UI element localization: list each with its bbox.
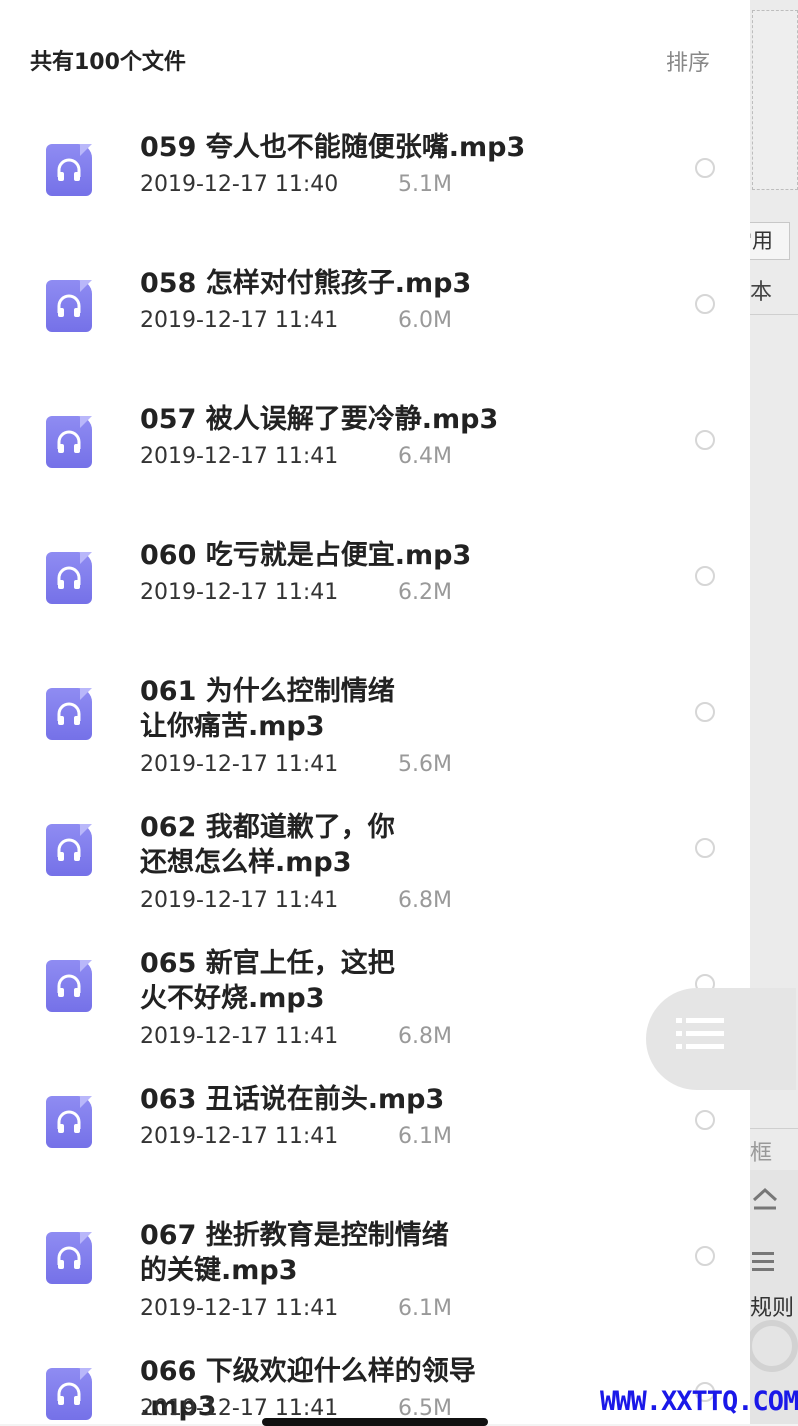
headphones-icon — [46, 1096, 94, 1148]
headphones-icon — [46, 960, 94, 1012]
background-rule-text: 规则 — [750, 1296, 795, 1321]
file-size: 6.8M — [398, 888, 452, 913]
headphones-icon — [46, 416, 94, 468]
file-size: 6.8M — [398, 1024, 452, 1049]
file-date: 2019-12-17 11:41 — [140, 1124, 339, 1149]
file-name: 057 被人误解了要冷静.mp3 — [140, 404, 499, 435]
headphones-icon — [46, 824, 94, 876]
file-count-label: 共有100个文件 — [30, 50, 186, 75]
file-date: 2019-12-17 11:41 — [140, 444, 339, 469]
file-item[interactable]: 063 丑话说在前头.mp3 2019-12-17 11:41 6.1M — [0, 1052, 750, 1188]
headphones-icon — [46, 552, 94, 604]
file-date: 2019-12-17 11:41 — [140, 888, 339, 913]
headphones-icon — [46, 1232, 94, 1284]
home-indicator[interactable] — [262, 1418, 488, 1426]
file-item[interactable]: 057 被人误解了要冷静.mp3 2019-12-17 11:41 6.4M — [0, 372, 750, 508]
file-item[interactable]: 062 我都道歉了，你 还想怎么样.mp3 2019-12-17 11:41 6.8M — [0, 780, 750, 916]
file-name: 058 怎样对付熊孩子.mp3 — [140, 268, 472, 299]
file-item[interactable]: 065 新官上任，这把 火不好烧.mp3 2019-12-17 11:41 6.8M — [0, 916, 750, 1052]
file-name: 065 新官上任，这把 火不好烧.mp3 — [140, 948, 395, 1014]
headphones-icon — [46, 144, 94, 196]
file-size: 6.1M — [398, 1296, 452, 1321]
watermark: WWW.XXTTQ.COM — [600, 1386, 798, 1417]
file-item[interactable]: 058 怎样对付熊孩子.mp3 2019-12-17 11:41 6.0M — [0, 236, 750, 372]
file-date: 2019-12-17 11:40 — [140, 172, 339, 197]
list-icon — [676, 1018, 724, 1049]
file-date: 2019-12-17 11:41 — [140, 1296, 339, 1321]
headphones-icon — [46, 1368, 94, 1420]
file-size: 5.1M — [398, 172, 452, 197]
select-radio[interactable] — [695, 1246, 715, 1266]
file-name: 062 我都道歉了，你 还想怎么样.mp3 — [140, 812, 395, 878]
file-size: 5.6M — [398, 752, 452, 777]
file-date: 2019-12-17 11:41 — [140, 752, 339, 777]
file-list-drawer: 共有100个文件 排序 059 夸人也不能随便张嘴.mp3 2019-12-17 … — [0, 0, 750, 1424]
file-name: 059 夸人也不能随便张嘴.mp3 — [140, 132, 526, 163]
select-radio[interactable] — [695, 430, 715, 450]
background-menu-icon — [752, 1252, 774, 1271]
file-item[interactable]: 060 吃亏就是占便宜.mp3 2019-12-17 11:41 6.2M — [0, 508, 750, 644]
file-date: 2019-12-17 11:41 — [140, 1024, 339, 1049]
background-tray-icon — [752, 1187, 778, 1210]
playlist-float-button[interactable] — [646, 988, 796, 1090]
file-item[interactable]: 061 为什么控制情绪 让你痛苦.mp3 2019-12-17 11:41 5.6M — [0, 644, 750, 780]
file-size: 6.4M — [398, 444, 452, 469]
file-name: 061 为什么控制情绪 让你痛苦.mp3 — [140, 676, 395, 742]
file-name: 067 挫折教育是控制情绪 的关键.mp3 — [140, 1220, 449, 1286]
select-radio[interactable] — [695, 158, 715, 178]
select-radio[interactable] — [695, 702, 715, 722]
background-circle-icon — [746, 1320, 798, 1372]
file-name: 060 吃亏就是占便宜.mp3 — [140, 540, 472, 571]
file-date: 2019-12-17 11:41 — [140, 308, 339, 333]
background-row-text: 本 — [750, 280, 773, 305]
file-item[interactable]: 067 挫折教育是控制情绪 的关键.mp3 2019-12-17 11:41 6.1M — [0, 1188, 750, 1324]
background-frame-text: 框 — [750, 1141, 773, 1166]
select-radio[interactable] — [695, 566, 715, 586]
file-name: 063 丑话说在前头.mp3 — [140, 1084, 445, 1115]
headphones-icon — [46, 280, 94, 332]
sort-button[interactable]: 排序 — [666, 45, 710, 77]
background-dashed-box — [752, 10, 798, 190]
file-date: 2019-12-17 11:41 — [140, 580, 339, 605]
file-size: 6.0M — [398, 308, 452, 333]
select-radio[interactable] — [695, 838, 715, 858]
file-size: 6.1M — [398, 1124, 452, 1149]
file-item[interactable]: 059 夸人也不能随便张嘴.mp3 2019-12-17 11:40 5.1M — [0, 100, 750, 236]
select-radio[interactable] — [695, 1110, 715, 1130]
file-size: 6.2M — [398, 580, 452, 605]
headphones-icon — [46, 688, 94, 740]
select-radio[interactable] — [695, 294, 715, 314]
